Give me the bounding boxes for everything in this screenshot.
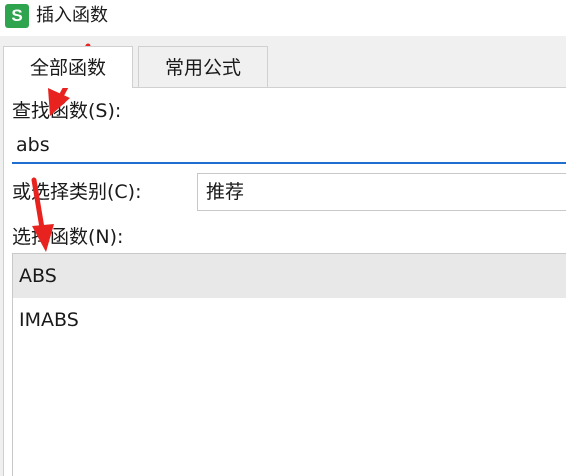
tab-common-formulas[interactable]: 常用公式 (138, 46, 268, 88)
function-list-item-imabs[interactable]: IMABS (13, 298, 566, 342)
category-select[interactable]: 推荐 (197, 173, 566, 211)
search-function-label: 查找函数(S): (12, 100, 122, 122)
insert-function-dialog: S 插入函数 全部函数 常用公式 查找函数(S): 或选择类别(C): 推荐 选… (0, 0, 566, 476)
function-list-item-abs[interactable]: ABS (13, 254, 566, 298)
search-function-input[interactable] (12, 128, 566, 164)
title-bar: S 插入函数 (0, 0, 566, 36)
select-function-label: 选择函数(N): (12, 226, 124, 248)
tab-bar: 全部函数 常用公式 (0, 36, 566, 88)
all-functions-panel: 查找函数(S): 或选择类别(C): 推荐 选择函数(N): ABS IMABS (3, 87, 566, 476)
tab-all-functions[interactable]: 全部函数 (3, 46, 133, 88)
dialog-title: 插入函数 (36, 5, 108, 26)
function-listbox[interactable]: ABS IMABS (12, 253, 566, 476)
wps-app-icon: S (5, 4, 29, 28)
category-label: 或选择类别(C): (12, 181, 142, 203)
